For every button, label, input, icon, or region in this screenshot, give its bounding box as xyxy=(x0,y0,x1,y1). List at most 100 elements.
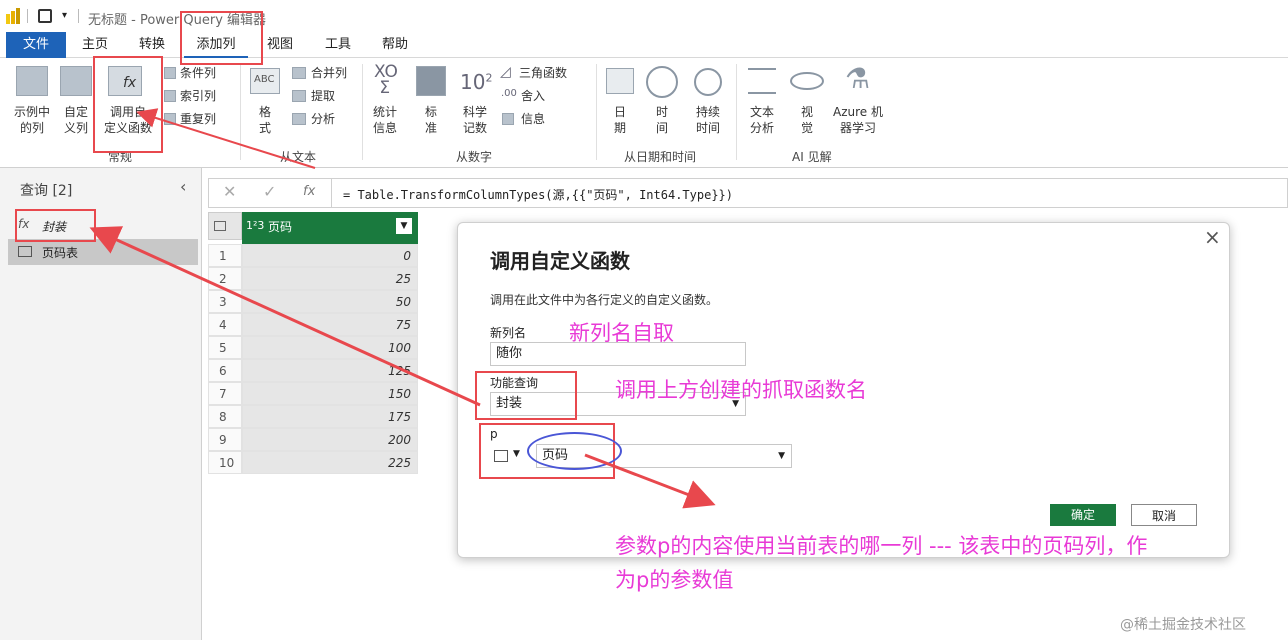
index-column-button[interactable]: 索引列 xyxy=(180,88,216,104)
formula-divider xyxy=(331,179,332,207)
row-number[interactable]: 9 xyxy=(208,428,242,451)
row-number[interactable]: 8 xyxy=(208,405,242,428)
format-button[interactable]: 格 式 xyxy=(250,104,280,136)
date-icon xyxy=(606,68,634,94)
date-button[interactable]: 日 期 xyxy=(606,104,634,136)
close-icon[interactable]: × xyxy=(1204,225,1221,249)
query-item-label: 页码表 xyxy=(42,246,79,260)
separator xyxy=(736,64,737,160)
duration-icon xyxy=(694,68,722,96)
watermark: @稀土掘金技术社区 xyxy=(1120,617,1246,633)
scientific-icon: 102 xyxy=(460,70,493,94)
duplicate-column-button[interactable]: 重复列 xyxy=(180,111,216,127)
tab-home[interactable]: 主页 xyxy=(70,32,120,58)
row-number[interactable]: 4 xyxy=(208,313,242,336)
confirm-formula-icon[interactable]: ✓ xyxy=(263,182,276,201)
parse-button[interactable]: 分析 xyxy=(311,111,335,127)
custom-column-button[interactable]: 自定 义列 xyxy=(56,104,96,136)
column-type-icon[interactable]: 1²3 xyxy=(246,219,264,232)
highlight-box-function-query xyxy=(15,209,96,242)
duplicate-column-icon xyxy=(164,113,176,125)
extract-button[interactable]: 提取 xyxy=(311,88,335,104)
table-cell[interactable]: 200 xyxy=(242,428,418,451)
azure-ml-icon: ⚗ xyxy=(845,62,871,95)
custom-column-icon xyxy=(60,66,92,96)
table-cell[interactable]: 125 xyxy=(242,359,418,382)
fx-icon[interactable]: fx xyxy=(303,184,315,199)
column-header[interactable]: 1²3 页码 ▼ xyxy=(242,212,418,240)
separator xyxy=(596,64,597,160)
table-cell[interactable]: 0 xyxy=(242,244,418,267)
vision-button[interactable]: 视 觉 xyxy=(792,104,822,136)
trig-icon: ◿ xyxy=(500,64,511,80)
column-from-examples-button[interactable]: 示例中 的列 xyxy=(8,104,56,136)
table-cell[interactable]: 225 xyxy=(242,451,418,474)
merge-columns-icon xyxy=(292,67,306,79)
formula-input[interactable]: = Table.TransformColumnTypes(源,{{"页码", I… xyxy=(343,186,733,203)
row-number[interactable]: 1 xyxy=(208,244,242,267)
scientific-button[interactable]: 科学 记数 xyxy=(456,104,494,136)
row-number[interactable]: 5 xyxy=(208,336,242,359)
tab-file[interactable]: 文件 xyxy=(6,32,66,58)
quick-access-dropdown-icon[interactable]: ▾ xyxy=(62,10,67,21)
powerbi-logo-icon xyxy=(6,8,20,24)
time-button[interactable]: 时 间 xyxy=(646,104,678,136)
extract-icon xyxy=(292,90,306,102)
trig-button[interactable]: 三角函数 xyxy=(519,65,567,81)
format-icon: ABC xyxy=(250,68,280,94)
statistics-button[interactable]: 统计 信息 xyxy=(366,104,404,136)
index-column-icon xyxy=(164,90,176,102)
dialog-title: 调用自定义函数 xyxy=(490,249,630,273)
azure-ml-button[interactable]: Azure 机 器学习 xyxy=(828,104,888,136)
collapse-panel-icon[interactable]: ‹ xyxy=(180,177,186,196)
ok-button[interactable]: 确定 xyxy=(1050,504,1116,526)
chevron-down-icon: ▼ xyxy=(778,451,785,461)
standard-button[interactable]: 标 准 xyxy=(416,104,446,136)
grid-corner[interactable] xyxy=(208,212,242,240)
group-ai-label: AI 见解 xyxy=(792,150,832,164)
round-button[interactable]: 舍入 xyxy=(521,88,545,104)
annotation-param-line1: 参数p的内容使用当前表的哪一列 --- 该表中的页码列，作 xyxy=(615,534,1148,558)
separator xyxy=(78,9,79,23)
duration-button[interactable]: 持续 时间 xyxy=(686,104,730,136)
text-analysis-button[interactable]: 文本 分析 xyxy=(744,104,780,136)
tab-tools[interactable]: 工具 xyxy=(312,32,364,58)
table-cell[interactable]: 150 xyxy=(242,382,418,405)
tab-help[interactable]: 帮助 xyxy=(370,32,420,58)
tab-view[interactable]: 视图 xyxy=(256,32,304,58)
formula-bar: ✕ ✓ fx = Table.TransformColumnTypes(源,{{… xyxy=(208,178,1288,208)
merge-columns-button[interactable]: 合并列 xyxy=(311,65,347,81)
dialog-description: 调用在此文件中为各行定义的自定义函数。 xyxy=(490,293,719,307)
row-number[interactable]: 6 xyxy=(208,359,242,382)
table-cell[interactable]: 25 xyxy=(242,267,418,290)
column-filter-button[interactable]: ▼ xyxy=(396,218,412,234)
info-icon xyxy=(502,113,514,125)
query-item-table[interactable]: 页码表 xyxy=(8,239,198,265)
save-icon[interactable] xyxy=(38,9,52,23)
vision-icon xyxy=(790,72,824,90)
table-cell[interactable]: 75 xyxy=(242,313,418,336)
column-from-examples-icon xyxy=(16,66,48,96)
tab-transform[interactable]: 转换 xyxy=(126,32,178,58)
info-button[interactable]: 信息 xyxy=(521,111,545,127)
cancel-button[interactable]: 取消 xyxy=(1131,504,1197,526)
cancel-formula-icon[interactable]: ✕ xyxy=(223,182,236,201)
column-header-label: 页码 xyxy=(268,220,293,234)
conditional-column-icon xyxy=(164,67,176,79)
separator xyxy=(27,9,28,23)
data-grid: 1²3 页码 ▼ 1 0 2 25 3 50 4 75 5 100 6 125 7 150 8 175 9 200… xyxy=(208,212,418,474)
row-number[interactable]: 2 xyxy=(208,267,242,290)
ribbon: 示例中 的列 自定 义列 fx 调用自 定义函数 条件列 索引列 重复列 常规 … xyxy=(0,58,1288,168)
row-number[interactable]: 7 xyxy=(208,382,242,405)
table-cell[interactable]: 50 xyxy=(242,290,418,313)
row-number[interactable]: 10 xyxy=(208,451,242,474)
row-number[interactable]: 3 xyxy=(208,290,242,313)
new-column-label: 新列名 xyxy=(490,326,527,340)
queries-header: 查询 [2] xyxy=(20,183,73,199)
round-icon: .00 xyxy=(501,88,517,99)
text-analysis-icon xyxy=(748,68,776,94)
table-cell[interactable]: 100 xyxy=(242,336,418,359)
conditional-column-button[interactable]: 条件列 xyxy=(180,65,216,81)
table-cell[interactable]: 175 xyxy=(242,405,418,428)
table-icon xyxy=(18,246,32,257)
